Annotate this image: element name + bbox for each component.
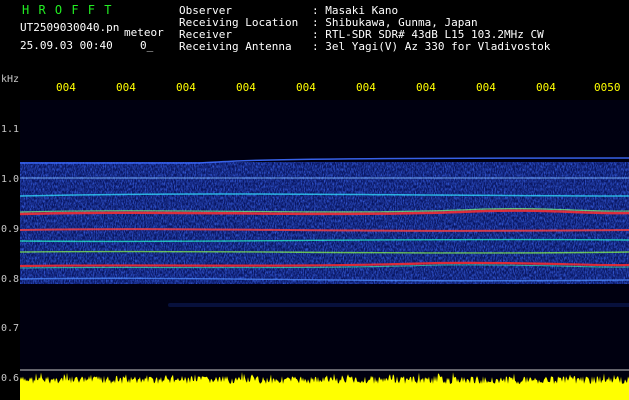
y-tick-0-6: 0.6: [1, 373, 20, 384]
x-tick-9: 004: [536, 81, 556, 94]
y-tick-0-9: 0.9: [1, 224, 20, 235]
x-tick-1: 004: [56, 81, 76, 94]
brand-title: H R O F F T: [22, 3, 113, 17]
x-tick-3: 004: [176, 81, 196, 94]
x-tick-8: 004: [476, 81, 496, 94]
x-tick-2: 004: [116, 81, 136, 94]
y-axis-unit: kHz: [1, 74, 20, 85]
x-tick-10: 0050: [594, 81, 621, 94]
x-tick-7: 004: [416, 81, 436, 94]
filename: UT2509030040.pn: [20, 21, 120, 34]
y-tick-0-8: 0.8: [1, 274, 20, 285]
antenna-value: : 3el Yagi(V) Az 330 for Vladivostok: [312, 40, 551, 53]
mode-label: meteor: [124, 26, 164, 39]
x-tick-5: 004: [296, 81, 316, 94]
y-tick-0-7: 0.7: [1, 323, 20, 334]
x-tick-4: 004: [236, 81, 256, 94]
y-tick-1-1: 1.1: [1, 124, 20, 135]
zero-label: 0_: [140, 39, 154, 52]
spectrogram-display: [20, 100, 629, 400]
x-tick-6: 004: [356, 81, 376, 94]
antenna-label: Receiving Antenna: [179, 40, 292, 53]
datetime: 25.09.03 00:40: [20, 39, 113, 52]
y-tick-1-0: 1.0: [1, 174, 20, 185]
